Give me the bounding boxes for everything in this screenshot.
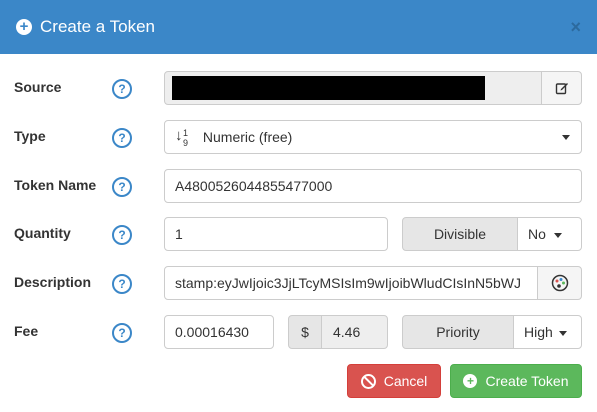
type-value: Numeric (free) [202,129,293,145]
help-icon[interactable]: ? [112,225,132,245]
cancel-button[interactable]: Cancel [347,364,441,398]
create-token-label: Create Token [485,373,569,389]
priority-dropdown[interactable]: High [513,315,582,349]
description-row: Description ? stamp:eyJwIjoic3JjLTcyMSIs… [0,266,597,300]
quantity-label: Quantity [14,225,71,241]
ban-icon [360,373,376,389]
divisible-dropdown[interactable]: No [517,217,582,251]
help-icon[interactable]: ? [112,274,132,294]
help-icon[interactable]: ? [112,323,132,343]
plus-circle-icon: + [463,374,478,388]
usd-symbol: $ [288,315,322,349]
divisible-value: No [528,226,546,242]
priority-label: Priority [402,315,514,349]
token-name-row: Token Name ? A4800526044855477000 [0,169,597,203]
chevron-down-icon [562,135,570,140]
close-icon[interactable]: × [570,17,581,38]
fee-row: Fee ? 0.00016430 $ 4.46 Priority High [0,315,597,349]
quantity-input[interactable]: 1 [164,217,388,251]
create-token-dialog: + Create a Token × Source ? Type ? ↓ 1 9 N… [0,0,597,412]
token-name-label: Token Name [14,177,97,193]
sort-numeric-icon: ↓ 1 9 [175,126,189,148]
source-row: Source ? [0,71,597,105]
help-icon[interactable]: ? [112,177,132,197]
source-field[interactable] [164,71,542,105]
source-redacted-value [172,76,485,100]
chevron-down-icon [558,330,567,336]
edit-source-button[interactable] [541,71,582,105]
cancel-label: Cancel [383,373,428,389]
help-icon[interactable]: ? [112,79,132,99]
token-name-input[interactable]: A4800526044855477000 [164,169,582,203]
divisible-label: Divisible [402,217,518,251]
type-row: Type ? ↓ 1 9 Numeric (free) [0,120,597,154]
plus-circle-icon: + [16,19,32,35]
fee-label: Fee [14,323,39,339]
fee-input[interactable]: 0.00016430 [164,315,274,349]
chevron-down-icon [553,232,562,238]
create-token-button[interactable]: + Create Token [450,364,582,398]
fee-usd-value: 4.46 [321,315,388,349]
dialog-title: Create a Token [40,17,155,36]
type-select[interactable]: ↓ 1 9 Numeric (free) [164,120,582,154]
priority-value: High [524,324,553,340]
edit-icon [555,83,568,95]
color-picker-button[interactable] [537,266,582,300]
quantity-row: Quantity ? 1 Divisible No [0,217,597,251]
dialog-header: + Create a Token × [0,0,597,54]
footer-row: Cancel + Create Token [0,364,597,398]
type-label: Type [14,128,46,144]
description-label: Description [14,274,92,290]
source-label: Source [14,79,62,95]
help-icon[interactable]: ? [112,128,132,148]
description-input[interactable]: stamp:eyJwIjoic3JjLTcyMSIsIm9wIjoibWludC… [164,266,538,300]
palette-icon [551,274,568,292]
